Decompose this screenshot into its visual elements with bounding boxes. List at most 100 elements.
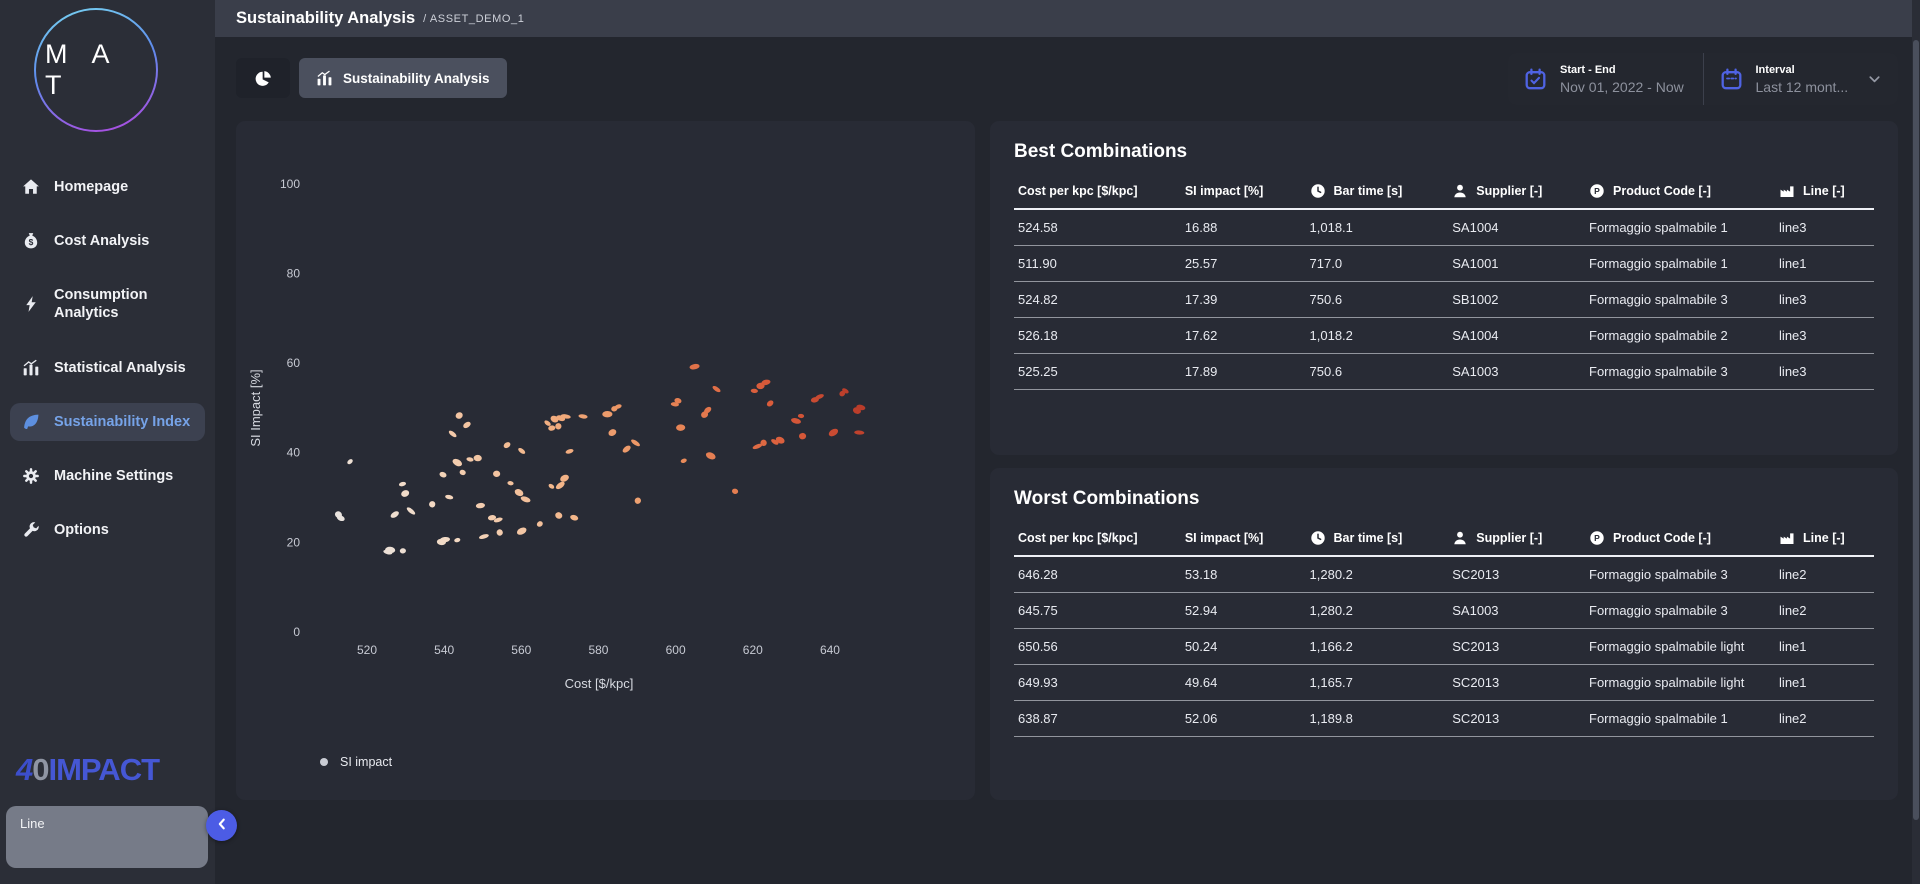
- sidebar-item-statistical-analysis[interactable]: Statistical Analysis: [10, 349, 205, 387]
- table-cell: line3: [1775, 209, 1874, 246]
- table-cell: 52.06: [1181, 701, 1306, 737]
- table-cell: 17.89: [1181, 354, 1306, 390]
- column-header: Cost per kpc [$/kpc]: [1014, 522, 1181, 556]
- scatter-point: [790, 417, 801, 425]
- sidebar-item-options[interactable]: Options: [10, 511, 205, 549]
- scatter-point: [516, 526, 528, 536]
- scatter-point: [459, 469, 467, 476]
- tab-sustainability-analysis[interactable]: Sustainability Analysis: [299, 58, 507, 98]
- svg-text:$: $: [29, 237, 34, 247]
- person-icon: [1452, 183, 1468, 199]
- x-axis-label: Cost [$/kpc]: [565, 676, 634, 691]
- scatter-point: [478, 533, 489, 540]
- best-combinations-table: Cost per kpc [$/kpc]SI impact [%]Bar tim…: [1014, 175, 1874, 390]
- table-cell: line1: [1775, 665, 1874, 701]
- table-row: 649.9349.641,165.7SC2013Formaggio spalma…: [1014, 665, 1874, 701]
- table-cell: Formaggio spalmabile 3: [1585, 354, 1775, 390]
- mat-logo: M A T: [34, 8, 158, 132]
- scatter-point: [680, 458, 687, 464]
- table-cell: SC2013: [1448, 665, 1585, 701]
- table-row: 526.1817.621,018.2SA1004Formaggio spalma…: [1014, 318, 1874, 354]
- x-tick-label: 560: [511, 643, 531, 657]
- scatter-point: [513, 488, 524, 498]
- svg-text:P: P: [1594, 533, 1600, 543]
- table-cell: SA1001: [1448, 246, 1585, 282]
- sidebar-item-label: Options: [54, 521, 109, 539]
- table-cell: line3: [1775, 318, 1874, 354]
- table-cell: line3: [1775, 282, 1874, 318]
- table-cell: 717.0: [1306, 246, 1449, 282]
- scatter-point: [428, 500, 437, 509]
- scatter-chart-panel: 020406080100520540560580600620640Cost [$…: [236, 121, 975, 800]
- tab-pie-chart[interactable]: [236, 58, 290, 98]
- legend-item-si-impact[interactable]: SI impact: [320, 755, 392, 769]
- table-cell: Formaggio spalmabile 1: [1585, 209, 1775, 246]
- table-cell: 49.64: [1181, 665, 1306, 701]
- interval-select[interactable]: Interval Last 12 mont...: [1703, 53, 1899, 105]
- table-cell: 1,165.7: [1306, 665, 1449, 701]
- table-row: 524.5816.881,018.1SA1004Formaggio spalma…: [1014, 209, 1874, 246]
- scatter-point: [496, 528, 504, 536]
- bar-chart-icon: [22, 359, 40, 377]
- scatter-point: [766, 399, 775, 408]
- worst-combinations-title: Worst Combinations: [1014, 488, 1874, 510]
- tab-label: Sustainability Analysis: [343, 71, 490, 86]
- scatter-point: [462, 420, 472, 429]
- sidebar-item-machine-settings[interactable]: Machine Settings: [10, 457, 205, 495]
- table-cell: SC2013: [1448, 556, 1585, 593]
- table-row: 645.7552.941,280.2SA1003Formaggio spalma…: [1014, 593, 1874, 629]
- svg-text:P: P: [1594, 186, 1600, 196]
- sidebar-collapse-button[interactable]: [206, 810, 237, 841]
- table-cell: 524.82: [1014, 282, 1181, 318]
- calendar-check-icon: [1524, 68, 1547, 91]
- page-scrollbar[interactable]: [1912, 0, 1920, 884]
- chevron-left-icon: [215, 817, 229, 834]
- scatter-chart: 020406080100520540560580600620640Cost [$…: [236, 121, 975, 721]
- column-header: Line [-]: [1775, 522, 1874, 556]
- scatter-point: [607, 428, 617, 438]
- scatter-point: [346, 458, 353, 465]
- money-bag-icon: $: [22, 232, 40, 250]
- sidebar-item-cost-analysis[interactable]: $Cost Analysis: [10, 222, 205, 260]
- date-range-picker[interactable]: Start - End Nov 01, 2022 - Now: [1508, 53, 1703, 105]
- sidebar-item-consumption-analytics[interactable]: Consumption Analytics: [10, 276, 205, 332]
- table-cell: 645.75: [1014, 593, 1181, 629]
- table-cell: 1,166.2: [1306, 629, 1449, 665]
- scatter-point: [455, 411, 464, 420]
- table-row: 525.2517.89750.6SA1003Formaggio spalmabi…: [1014, 354, 1874, 390]
- app-root: M A T Homepage $Cost Analysis Consumption …: [0, 0, 1920, 884]
- table-cell: 53.18: [1181, 556, 1306, 593]
- sidebar: M A T Homepage $Cost Analysis Consumption …: [0, 0, 215, 884]
- table-cell: 1,280.2: [1306, 556, 1449, 593]
- x-tick-label: 640: [820, 643, 840, 657]
- table-cell: 524.58: [1014, 209, 1181, 246]
- table-cell: 526.18: [1014, 318, 1181, 354]
- pie-chart-icon: [255, 70, 272, 87]
- x-tick-label: 540: [434, 643, 454, 657]
- scatter-point: [676, 424, 685, 431]
- scatter-point: [445, 494, 454, 500]
- best-combinations-panel: Best Combinations Cost per kpc [$/kpc]SI…: [990, 121, 1898, 455]
- table-cell: SA1003: [1448, 593, 1585, 629]
- y-tick-label: 80: [287, 266, 301, 280]
- table-cell: SA1004: [1448, 318, 1585, 354]
- scatter-point: [565, 448, 574, 455]
- column-label: Supplier [-]: [1476, 184, 1542, 198]
- sidebar-item-homepage[interactable]: Homepage: [10, 168, 205, 206]
- column-label: Bar time [s]: [1334, 531, 1403, 545]
- line-filter-panel[interactable]: Line: [6, 806, 208, 868]
- table-cell: Formaggio spalmabile light: [1585, 665, 1775, 701]
- line-filter-label: Line: [20, 816, 45, 831]
- scrollbar-thumb[interactable]: [1913, 40, 1919, 820]
- column-label: Line [-]: [1803, 531, 1845, 545]
- column-header: Bar time [s]: [1306, 522, 1449, 556]
- table-cell: 1,018.1: [1306, 209, 1449, 246]
- scatter-point: [731, 488, 738, 495]
- sidebar-item-sustainability-index[interactable]: Sustainability Index: [10, 403, 205, 441]
- mat-logo-text: M A T: [36, 39, 156, 101]
- scatter-point: [400, 548, 407, 554]
- table-cell: 25.57: [1181, 246, 1306, 282]
- column-label: Cost per kpc [$/kpc]: [1018, 184, 1137, 198]
- sidebar-nav: Homepage $Cost Analysis Consumption Analyt…: [0, 160, 215, 557]
- table-row: 524.8217.39750.6SB1002Formaggio spalmabi…: [1014, 282, 1874, 318]
